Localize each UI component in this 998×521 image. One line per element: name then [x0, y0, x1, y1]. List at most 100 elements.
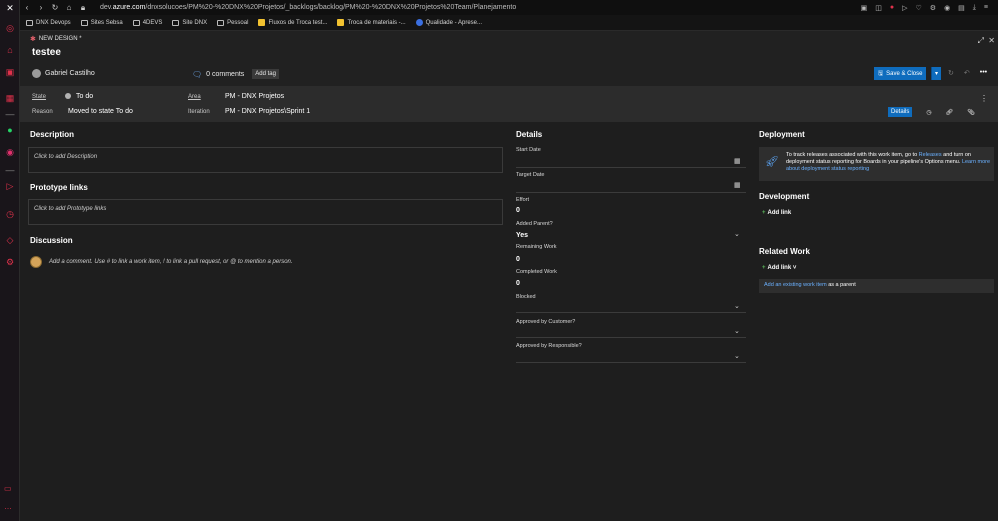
approved-responsible-select[interactable]	[516, 362, 746, 363]
address-bar[interactable]: dev.azure.com/dnxsolucoes/PM%20-%20DNX%2…	[100, 4, 516, 11]
bookmark-label: Site DNX	[182, 19, 208, 26]
discussion-title: Discussion	[30, 236, 73, 245]
browser-toolbar: ‹ › ↻ ⌂ 🔒︎ dev.azure.com/dnxsolucoes/PM%…	[20, 0, 998, 15]
calendar-icon[interactable]: ▦	[734, 181, 741, 189]
related-work-title: Related Work	[759, 247, 810, 256]
workitem-header: ✱ NEW DESIGN * testee ⤢ ✕ Gabriel Castilh…	[20, 31, 998, 86]
state-value: To do	[76, 93, 94, 100]
camera-icon[interactable]: ▣	[861, 4, 868, 12]
history-icon[interactable]: ◷	[926, 109, 931, 116]
link-icon[interactable]: 🔗︎	[946, 109, 954, 116]
player-icon[interactable]: ▷	[4, 180, 16, 192]
area-dropdown[interactable]: PM - DNX Projetos	[225, 93, 284, 100]
refresh-icon[interactable]: ↻	[948, 69, 954, 77]
state-dropdown[interactable]: To do	[65, 93, 93, 100]
effort-input[interactable]: 0	[516, 207, 520, 214]
bookmark-link[interactable]: Fluxos de Troca test...	[258, 19, 327, 26]
chevron-down-icon[interactable]: ⌄	[734, 327, 740, 335]
history-icon[interactable]: ◷	[4, 208, 16, 220]
screenshot-icon[interactable]: ◫	[875, 4, 882, 12]
app-sidebar: ✕ ◎ ⌂ ▣ ▦ — ● ◉ — ▷ ◷ ◇ ⚙ ▭ …	[0, 0, 20, 521]
chevron-down-icon[interactable]: ⌄	[734, 302, 740, 310]
bookmark-icon	[337, 19, 345, 26]
releases-link[interactable]: Releases	[919, 152, 942, 158]
bookmark-folder[interactable]: Pessoal	[217, 19, 248, 26]
calendar-icon[interactable]: ▦	[4, 92, 16, 104]
speed-dial-icon[interactable]: ◎	[4, 22, 16, 34]
tab-details[interactable]: Details	[888, 107, 913, 117]
wallet-icon[interactable]: ▭	[4, 484, 12, 493]
chevron-down-icon: ˅	[792, 265, 797, 271]
calendar-icon[interactable]: ▦	[734, 157, 741, 165]
deployment-info: 🚀︎ To track releases associated with thi…	[759, 147, 994, 181]
deployment-title: Deployment	[759, 130, 805, 139]
description-editor[interactable]: Click to add Description	[28, 147, 503, 173]
menu-icon[interactable]: ≡	[984, 4, 988, 12]
home-icon[interactable]: ⌂	[62, 3, 76, 12]
blocked-select[interactable]	[516, 312, 746, 313]
twitch-icon[interactable]: ▣	[4, 66, 16, 78]
bookmark-link[interactable]: Qualidade - Aprese...	[415, 19, 482, 26]
more-icon[interactable]: ⋮	[980, 94, 988, 103]
bookmark-folder[interactable]: DNX Devops	[26, 19, 71, 26]
comments-count[interactable]: 0 comments	[206, 71, 244, 78]
reason-dropdown[interactable]: Moved to state To do	[68, 108, 133, 115]
completed-work-input[interactable]: 0	[516, 280, 520, 287]
folder-icon	[80, 19, 88, 26]
profile-icon[interactable]: ◉	[944, 4, 950, 12]
workitem-type: ✱ NEW DESIGN *	[30, 35, 82, 43]
download-icon[interactable]: ⤓	[973, 4, 976, 12]
bookmark-folder[interactable]: Sites Sebsa	[80, 19, 123, 26]
remaining-work-input[interactable]: 0	[516, 256, 520, 263]
settings-icon[interactable]: ⚙	[4, 256, 16, 268]
plus-icon: +	[762, 210, 766, 216]
close-icon[interactable]: ✕	[4, 2, 16, 14]
extensions-icon[interactable]: ▤	[958, 4, 965, 12]
chevron-down-icon[interactable]: ⌄	[734, 230, 740, 238]
instagram-icon[interactable]: ◉	[4, 146, 16, 158]
bookmark-folder[interactable]: Site DNX	[172, 19, 208, 26]
discussion-input[interactable]: Add a comment. Use # to link a work item…	[30, 256, 293, 268]
assigned-to[interactable]: Gabriel Castilho	[32, 69, 95, 78]
save-close-button[interactable]: 🖫︎ Save & Close	[874, 67, 927, 80]
undo-icon[interactable]: ↶	[964, 69, 970, 77]
approved-responsible-label: Approved by Responsible?	[516, 343, 582, 349]
bookmark-folder[interactable]: 4DEVS	[132, 19, 162, 26]
related-add-link[interactable]: + Add link ˅	[762, 265, 796, 271]
add-existing-parent-link[interactable]: Add an existing work item	[764, 282, 827, 288]
shield-icon[interactable]: ●	[890, 4, 894, 12]
play-icon[interactable]: ▷	[902, 4, 907, 12]
chevron-down-icon[interactable]: ⌄	[734, 352, 740, 360]
expand-icon[interactable]: ⤢	[978, 36, 984, 46]
close-icon[interactable]: ✕	[988, 36, 995, 45]
back-icon[interactable]: ‹	[20, 3, 34, 12]
url-prefix: dev.	[100, 4, 113, 11]
add-tag-button[interactable]: Add tag	[252, 69, 279, 79]
add-link-label: Add link	[767, 210, 792, 216]
whatsapp-icon[interactable]: ●	[4, 124, 16, 136]
attachment-icon[interactable]: 📎︎	[967, 109, 975, 116]
comments-link: 🗨︎ 0 comments Add tag	[192, 69, 279, 79]
bookmark-label: Troca de materiais -...	[347, 19, 406, 26]
lock-icon: 🔒︎	[80, 2, 86, 12]
state-label: State	[32, 94, 47, 100]
more-actions-icon[interactable]: •••	[980, 69, 987, 77]
save-dropdown-button[interactable]: ▾	[931, 67, 941, 80]
prototype-links-editor[interactable]: Click to add Prototype links	[28, 199, 503, 225]
more-icon[interactable]: …	[4, 502, 12, 511]
approved-customer-select[interactable]	[516, 337, 746, 338]
gear-icon[interactable]: ⚙	[930, 4, 936, 12]
bookmark-label: DNX Devops	[36, 19, 71, 26]
added-parent-select[interactable]: Yes	[516, 232, 528, 239]
heart-icon[interactable]: ♡	[916, 4, 922, 12]
bag-icon[interactable]: ⌂	[4, 44, 16, 56]
iteration-dropdown[interactable]: PM - DNX Projetos\Sprint 1	[225, 108, 310, 115]
cube-icon[interactable]: ◇	[4, 234, 16, 246]
workitem-title[interactable]: testee	[32, 47, 61, 58]
development-add-link[interactable]: + Add link	[762, 210, 791, 216]
target-date-input[interactable]	[516, 192, 746, 193]
start-date-input[interactable]	[516, 167, 746, 168]
forward-icon[interactable]: ›	[34, 3, 48, 12]
bookmark-link[interactable]: Troca de materiais -...	[337, 19, 406, 26]
reload-icon[interactable]: ↻	[48, 3, 62, 12]
